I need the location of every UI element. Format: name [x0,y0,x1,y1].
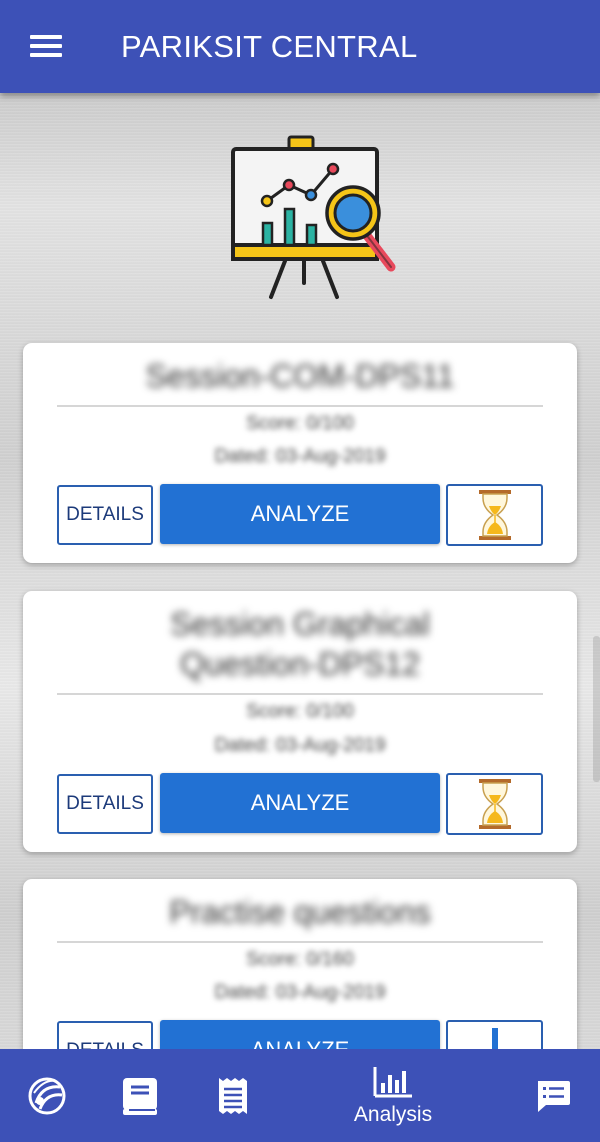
hamburger-menu-icon[interactable] [30,33,64,59]
presentation-analytics-icon [231,135,396,299]
nav-receipt[interactable] [210,1049,256,1142]
scrollbar[interactable] [593,636,600,782]
app-bar: PARIKSIT CENTRAL [0,0,600,93]
details-button[interactable]: DETAILS [57,485,153,545]
session-card: Session Graphical Question-DPS12 Score: … [23,591,577,852]
receipt-icon [219,1077,247,1114]
bar-chart-icon [373,1066,412,1097]
nav-analysis-label: Analysis [353,1102,433,1126]
nav-book[interactable] [114,1049,166,1142]
session-score: Score: 0/100 [246,413,354,434]
bottom-navigation: Analysis [0,1049,600,1142]
hourglass-icon [478,779,511,829]
analyze-button[interactable]: ANALYZE [160,484,440,544]
session-score: Score: 0/100 [246,701,354,722]
nav-chat[interactable] [530,1049,576,1142]
session-card: Session-COM-DPS11 Score: 0/100 Dated: 03… [23,343,577,563]
session-date: Dated: 03-Aug-2019 [214,735,386,756]
nav-home[interactable] [22,1049,72,1142]
timer-button[interactable] [446,773,543,835]
session-title-line1: Session Graphical [170,606,430,642]
app-title: PARIKSIT CENTRAL [121,29,418,64]
session-title: Practise questions [169,894,431,930]
session-title-line2: Question-DPS12 [179,646,421,682]
card-divider [57,693,543,695]
card-divider [57,941,543,943]
hourglass-icon [478,490,511,540]
book-icon [123,1077,157,1115]
card-divider [57,405,543,407]
analyze-button[interactable]: ANALYZE [160,773,440,833]
session-date: Dated: 03-Aug-2019 [214,446,386,467]
session-date: Dated: 03-Aug-2019 [214,982,386,1003]
session-title: Session-COM-DPS11 [145,358,455,394]
session-score: Score: 0/160 [246,949,354,970]
details-button[interactable]: DETAILS [57,774,153,834]
chat-list-icon [538,1080,570,1112]
logo-icon [28,1077,66,1114]
nav-analysis[interactable]: Analysis [345,1049,441,1142]
timer-button[interactable] [446,484,543,546]
